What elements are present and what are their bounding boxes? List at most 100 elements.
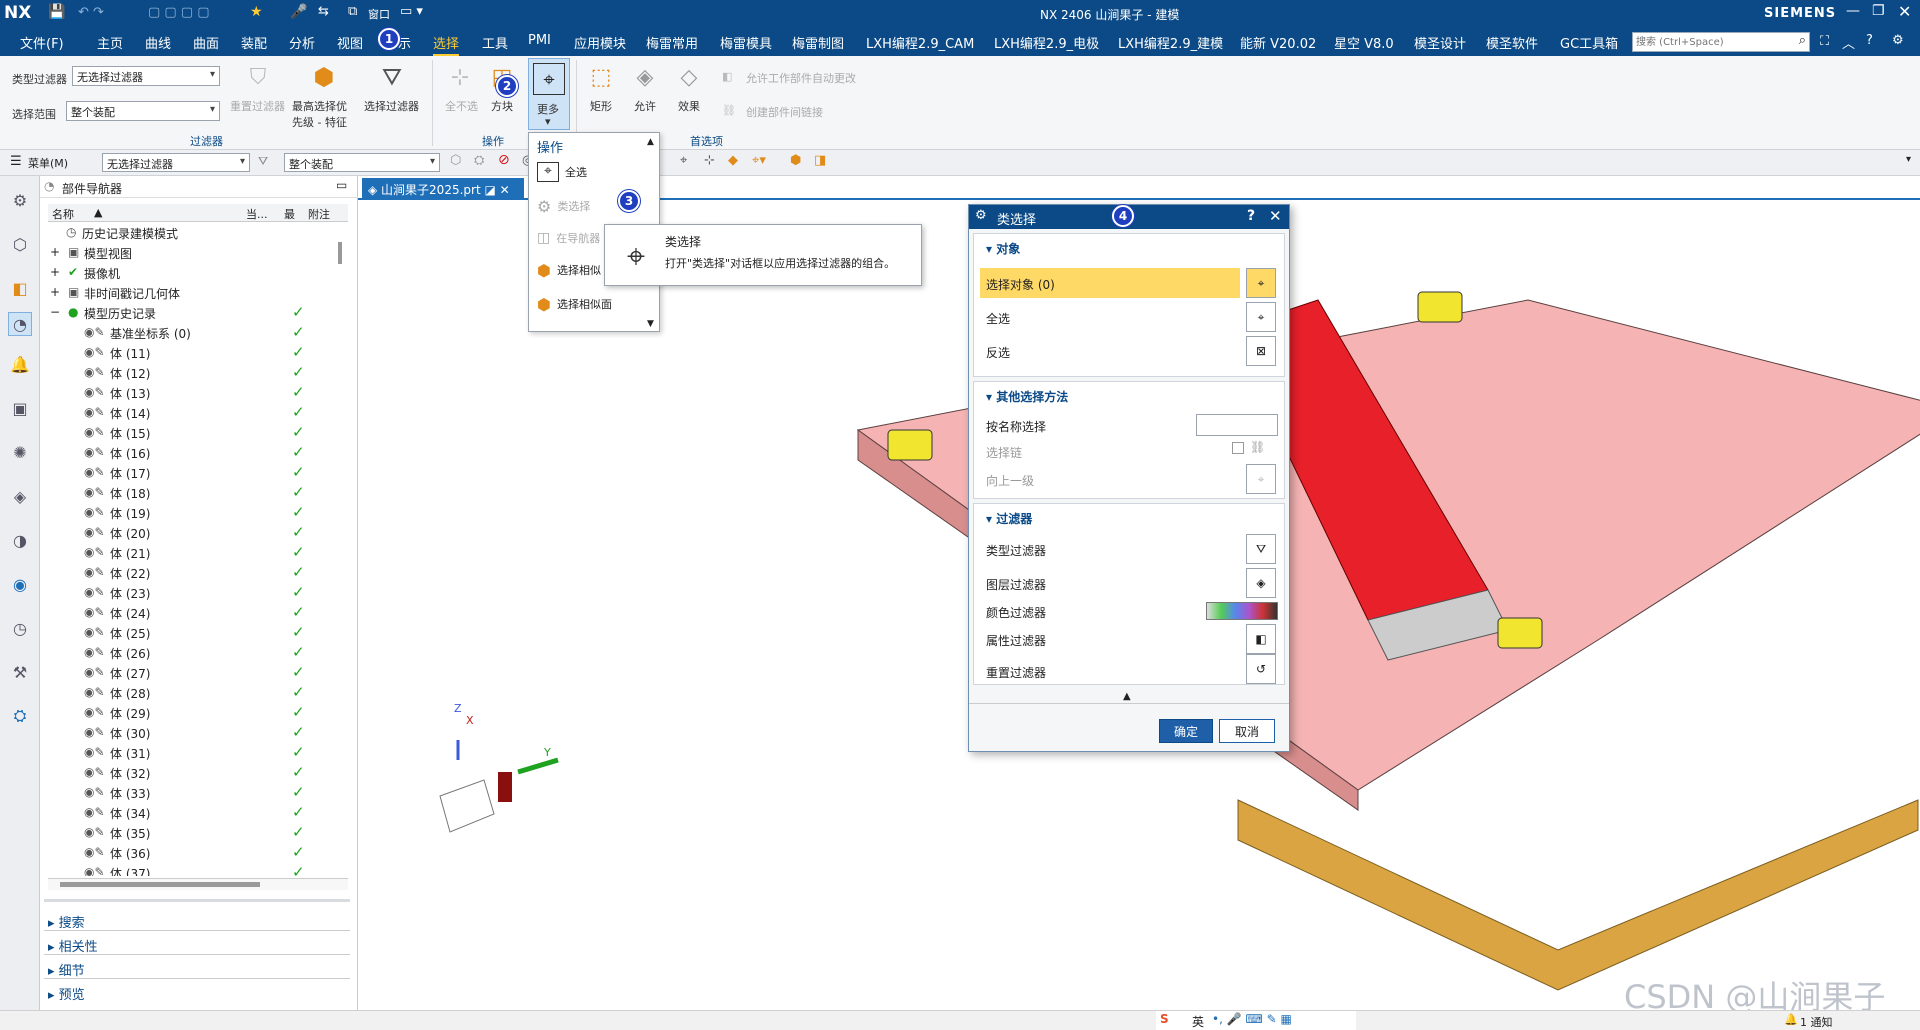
toolbar-filter-select[interactable]: 无选择过滤器 xyxy=(102,153,250,172)
col-latest[interactable]: 最 xyxy=(284,206,295,222)
section-dependencies[interactable]: ▸ 相关性 xyxy=(48,936,98,955)
tree-row[interactable]: ◉✎ 体 (35) ✓ xyxy=(48,822,348,842)
tree-row[interactable]: ◉✎ 体 (37) ✓ xyxy=(48,862,348,876)
search-input[interactable] xyxy=(1633,33,1783,51)
maximize-icon[interactable]: ▭ xyxy=(336,178,347,192)
pin-icon[interactable]: ◪ xyxy=(481,183,500,197)
rectangle-select-icon[interactable]: ⬚ xyxy=(584,60,618,94)
tree-row[interactable]: ◉✎ 体 (18) ✓ xyxy=(48,482,348,502)
menu-icon[interactable]: ☰ xyxy=(10,154,22,169)
expand-toggle-icon[interactable]: + xyxy=(50,265,60,279)
settings-icon[interactable]: ⚙ xyxy=(1892,33,1904,48)
expand-toggle-icon[interactable]: − xyxy=(50,305,60,319)
window-menu[interactable]: 窗口 xyxy=(368,6,390,22)
ime-tools-icons[interactable]: •, 🎤 ⌨ ✎ ▦ xyxy=(1212,1012,1292,1026)
star-icon[interactable]: ★ xyxy=(250,4,263,20)
section-object[interactable]: ▾ 对象 xyxy=(986,240,1020,257)
tree-row[interactable]: ◉✎ 体 (14) ✓ xyxy=(48,402,348,422)
tree-row[interactable]: ◉✎ 体 (28) ✓ xyxy=(48,682,348,702)
settings-icon[interactable]: ⚙ xyxy=(8,188,32,212)
attr-filter-button[interactable]: ◧ xyxy=(1246,624,1276,654)
tree-row[interactable]: ◉✎ 体 (21) ✓ xyxy=(48,542,348,562)
col-note[interactable]: 附注 xyxy=(308,206,330,222)
deselect-all-button[interactable]: 全不选 xyxy=(445,98,478,114)
collapse-up-icon[interactable]: ▲ xyxy=(1123,691,1131,702)
tree-row[interactable]: ◉✎ 体 (12) ✓ xyxy=(48,362,348,382)
tree-row[interactable]: ◉✎ 体 (31) ✓ xyxy=(48,742,348,762)
up-level-button[interactable]: ⌖ xyxy=(1246,464,1276,494)
tool-icon[interactable]: ⬢ xyxy=(790,153,801,168)
col-current[interactable]: 当... xyxy=(246,206,268,222)
restore-icon[interactable]: ❐ xyxy=(1872,3,1885,19)
menu-display[interactable]: 示 xyxy=(398,33,411,52)
section-details[interactable]: ▸ 细节 xyxy=(48,960,85,979)
tool-icon[interactable]: ◆ xyxy=(728,153,738,168)
cancel-button[interactable]: 取消 xyxy=(1219,719,1275,743)
menu-curve[interactable]: 曲线 xyxy=(145,33,171,52)
close-tab-icon[interactable]: ✕ xyxy=(500,183,510,197)
scroll-up-icon[interactable]: ▲ xyxy=(647,137,654,147)
deselect-all-icon[interactable]: ⊹ xyxy=(444,62,476,92)
tree-row[interactable]: ◉✎ 体 (30) ✓ xyxy=(48,722,348,742)
reset-filter-button[interactable]: ↺ xyxy=(1246,654,1276,684)
menu-file[interactable]: 文件(F) xyxy=(20,33,64,52)
tool-icon[interactable]: ⊹ xyxy=(704,153,715,168)
window-icon[interactable]: ⧉ xyxy=(348,4,357,19)
expand-toggle-icon[interactable]: + xyxy=(50,245,60,259)
type-filter-button[interactable]: ⛛ xyxy=(1246,534,1276,564)
ime-mode[interactable]: 英 xyxy=(1192,1013,1204,1030)
command-search[interactable]: ⌕ xyxy=(1632,32,1810,52)
tree-row[interactable]: ◉✎ 体 (13) ✓ xyxy=(48,382,348,402)
tool-icon[interactable]: ⬡ xyxy=(450,153,461,168)
tree-row[interactable]: + ✔ 摄像机 xyxy=(48,262,348,282)
save-icon[interactable]: 💾 xyxy=(48,4,65,20)
menu-dropdown[interactable]: 菜单(M) xyxy=(28,155,68,171)
menu-meilei-drawing[interactable]: 梅雷制图 xyxy=(792,33,844,52)
hscroll-thumb[interactable] xyxy=(60,882,260,887)
section-preview[interactable]: ▸ 预览 xyxy=(48,984,85,1003)
tool-icon[interactable]: ◨ xyxy=(814,153,826,168)
tree-row[interactable]: ◉✎ 体 (36) ✓ xyxy=(48,842,348,862)
menu-applications[interactable]: 应用模块 xyxy=(574,33,626,52)
collapse-ribbon-icon[interactable]: ︿ xyxy=(1842,33,1855,52)
menu-meilei-common[interactable]: 梅雷常用 xyxy=(646,33,698,52)
expand-toggle-icon[interactable]: + xyxy=(50,285,60,299)
constraint-navigator-icon[interactable]: ◧ xyxy=(8,276,32,300)
menu-view[interactable]: 视图 xyxy=(337,33,363,52)
notification-count[interactable]: 1 通知 xyxy=(1800,1014,1833,1030)
create-link-option[interactable]: 创建部件间链接 xyxy=(746,104,823,120)
tree-row[interactable]: + ▣ 非时间戳记几何体 xyxy=(48,282,348,302)
tree-row[interactable]: ◉✎ 体 (22) ✓ xyxy=(48,562,348,582)
menu-in-navigator[interactable]: ◫ 在导航器 xyxy=(537,227,600,249)
auto-update-option[interactable]: 允许工作部件自动更改 xyxy=(746,70,856,86)
search-icon[interactable]: ⌕ xyxy=(1799,33,1806,48)
menu-mosheng-software[interactable]: 模圣软件 xyxy=(1486,33,1538,52)
tool-icon[interactable]: ⌖ xyxy=(680,153,687,168)
undo-icon[interactable]: ↶ ↷ xyxy=(78,5,104,20)
tree-scrollbar[interactable] xyxy=(338,242,342,264)
layer-filter-button[interactable]: ◈ xyxy=(1246,568,1276,598)
type-filter-select[interactable]: 无选择过滤器 xyxy=(72,66,220,86)
tree-row[interactable]: ◉✎ 体 (34) ✓ xyxy=(48,802,348,822)
tree-row[interactable]: ◷ 历史记录建模模式 xyxy=(48,222,348,242)
view-triad-cube[interactable] xyxy=(439,779,495,833)
color-filter-swatch[interactable] xyxy=(1206,602,1278,620)
bell-icon[interactable]: 🔔 xyxy=(8,352,32,376)
allow-button[interactable]: 允许 xyxy=(634,98,656,114)
touch-icon[interactable]: ⇆ xyxy=(318,4,329,19)
close-icon[interactable]: ✕ xyxy=(1898,2,1911,21)
menu-mosheng-design[interactable]: 模圣设计 xyxy=(1414,33,1466,52)
filter-icon[interactable]: ⛛ xyxy=(374,62,410,92)
tree-row[interactable]: ◉✎ 体 (25) ✓ xyxy=(48,622,348,642)
menu-select-similar[interactable]: ⬢ 选择相似 xyxy=(537,259,601,281)
tree-row[interactable]: − ● 模型历史记录 ✓ xyxy=(48,302,348,322)
menu-surface[interactable]: 曲面 xyxy=(193,33,219,52)
toolbar-scope-select[interactable]: 整个装配 xyxy=(284,153,440,172)
menu-gc-toolbox[interactable]: GC工具箱 xyxy=(1560,33,1618,52)
tree-row[interactable]: ◉✎ 体 (29) ✓ xyxy=(48,702,348,722)
menu-meilei-mold[interactable]: 梅雷模具 xyxy=(720,33,772,52)
close-icon[interactable]: ✕ xyxy=(1269,207,1282,225)
role-icon[interactable]: ⛭ xyxy=(8,704,32,728)
tree-row[interactable]: ◉✎ 体 (16) ✓ xyxy=(48,442,348,462)
menu-pmi[interactable]: PMI xyxy=(528,33,551,48)
